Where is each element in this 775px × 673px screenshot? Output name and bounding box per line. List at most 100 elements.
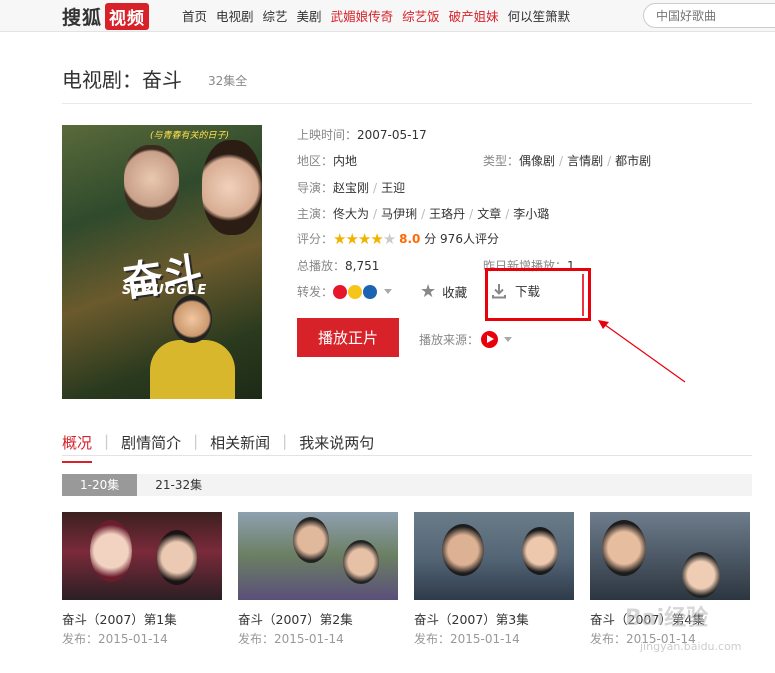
cast-link[interactable]: 马伊琍 xyxy=(381,207,417,221)
source-label: 播放来源： xyxy=(419,333,480,347)
genre-link[interactable]: 言情剧 xyxy=(567,154,603,168)
thumbnail-figure xyxy=(343,540,379,584)
plays-value: 8,751 xyxy=(345,259,380,273)
episode-thumbnail[interactable] xyxy=(590,512,750,600)
qzone-icon[interactable] xyxy=(348,285,363,299)
star-icon: ★ xyxy=(420,281,437,302)
director-link[interactable]: 赵宝刚 xyxy=(333,181,369,195)
search-input[interactable] xyxy=(656,4,775,27)
cast-link[interactable]: 文章 xyxy=(477,207,501,221)
sohu-source-icon[interactable] xyxy=(481,331,499,348)
watermark-text: Bai经验 xyxy=(625,606,709,631)
rating-count: 976人评分 xyxy=(440,232,499,246)
rating-label: 评分： xyxy=(297,232,334,246)
genre-link[interactable]: 都市剧 xyxy=(615,154,651,168)
nav-item-2-broke-girls[interactable]: 破产姐妹 xyxy=(449,6,499,25)
episode-thumbnail[interactable] xyxy=(414,512,574,600)
divider xyxy=(62,455,752,456)
nav-item-zongyifan[interactable]: 综艺饭 xyxy=(402,6,440,25)
episode-date: 发布：2015-01-14 xyxy=(238,632,344,646)
cast: 主演：佟大为 / 马伊琍 / 王珞丹 / 文章 / 李小璐 xyxy=(297,205,549,222)
detail-tabs: 概况 | 剧情简介 | 相关新闻 | 我来说两句 xyxy=(62,432,374,463)
sohu-video-logo[interactable]: 搜狐 视频 xyxy=(62,2,150,30)
episode-date: 发布：2015-01-14 xyxy=(62,632,168,646)
nav-item-variety[interactable]: 综艺 xyxy=(263,6,288,25)
poster-figure xyxy=(172,295,212,343)
poster-figure xyxy=(124,145,179,220)
chevron-down-icon[interactable] xyxy=(384,289,393,294)
favorite-label: 收藏 xyxy=(442,285,468,300)
genre-link[interactable]: 偶像剧 xyxy=(519,154,555,168)
rating-score: 8.0 xyxy=(399,232,421,246)
play-feature-button[interactable]: 播放正片 xyxy=(297,318,399,357)
episode-range-tab[interactable]: 21-32集 xyxy=(137,474,220,496)
favorite-button[interactable]: ★ 收藏 xyxy=(420,281,467,302)
annotation-highlight-bar xyxy=(582,274,584,316)
total-plays: 总播放：8,751 xyxy=(297,257,379,274)
divider xyxy=(62,103,752,104)
episode-card[interactable]: 奋斗（2007）第4集 发布：2015-01-14 xyxy=(590,512,750,646)
episode-thumbnail[interactable] xyxy=(62,512,222,600)
director: 导演：赵宝刚 / 王迎 xyxy=(297,179,405,196)
watermark-url: jingyan.baidu.com xyxy=(640,640,742,653)
cast-link[interactable]: 李小璐 xyxy=(513,207,549,221)
episode-count: 32集全 xyxy=(208,74,248,88)
thumbnail-figure xyxy=(442,524,484,576)
nav-item-wumeiniang[interactable]: 武媚娘传奇 xyxy=(331,6,394,25)
poster-image[interactable]: (与青春有关的日子) 奋斗 STRUGGLE xyxy=(62,125,262,399)
genre: 类型：偶像剧 / 言情剧 / 都市剧 xyxy=(483,152,651,169)
nav-item-heyi[interactable]: 何以笙箫默 xyxy=(508,6,571,25)
region: 地区：内地 xyxy=(297,152,357,169)
annotation-arrow xyxy=(598,320,686,383)
episode-card[interactable]: 奋斗（2007）第1集 发布：2015-01-14 xyxy=(62,512,222,646)
logo-text: 搜狐 xyxy=(62,6,103,29)
nav-item-home[interactable]: 首页 xyxy=(182,6,207,25)
nav-item-us-drama[interactable]: 美剧 xyxy=(297,6,322,25)
thumbnail-figure xyxy=(157,530,197,585)
episode-card[interactable]: 奋斗（2007）第2集 发布：2015-01-14 xyxy=(238,512,398,646)
episode-date: 发布：2015-01-14 xyxy=(414,632,520,646)
page-title: 电视剧：奋斗 xyxy=(62,68,182,92)
region-link[interactable]: 内地 xyxy=(333,154,357,168)
episode-title[interactable]: 奋斗（2007）第2集 xyxy=(238,609,353,628)
poster-figure xyxy=(202,140,262,235)
tab-news[interactable]: 相关新闻 xyxy=(210,432,270,463)
poster-subtitle: STRUGGLE xyxy=(122,283,208,298)
tab-comments[interactable]: 我来说两句 xyxy=(299,432,374,463)
cast-link[interactable]: 王珞丹 xyxy=(429,207,465,221)
release-date: 上映时间：2007-05-17 xyxy=(297,126,427,143)
renren-icon[interactable] xyxy=(363,285,378,299)
weibo-icon[interactable] xyxy=(333,285,348,299)
region-label: 地区： xyxy=(297,154,334,168)
release-label: 上映时间： xyxy=(297,128,358,142)
episode-title[interactable]: 奋斗（2007）第3集 xyxy=(414,609,529,628)
star-empty-icon: ★ xyxy=(382,230,396,248)
annotation-highlight-box xyxy=(485,268,591,321)
episode-range-tab[interactable]: 1-20集 xyxy=(62,474,138,496)
tab-overview[interactable]: 概况 xyxy=(62,432,93,463)
separator: | xyxy=(193,432,199,450)
cast-link[interactable]: 佟大为 xyxy=(333,207,369,221)
rating: 评分：★★★★★ 8.0 分 976人评分 xyxy=(297,230,499,248)
nav-item-tv[interactable]: 电视剧 xyxy=(216,6,254,25)
director-link[interactable]: 王迎 xyxy=(381,181,405,195)
thumbnail-figure xyxy=(522,527,558,575)
logo-badge: 视频 xyxy=(105,2,150,30)
release-value: 2007-05-17 xyxy=(357,128,427,142)
poster-figure xyxy=(150,340,235,399)
rating-unit: 分 xyxy=(424,232,437,246)
star-icon: ★ xyxy=(345,230,358,248)
episode-range-bar: 1-20集 21-32集 xyxy=(62,474,752,496)
search-box[interactable] xyxy=(643,3,775,28)
chevron-down-icon[interactable] xyxy=(504,337,513,342)
episode-thumbnail[interactable] xyxy=(238,512,398,600)
separator: / xyxy=(607,154,612,168)
tab-synopsis[interactable]: 剧情简介 xyxy=(121,432,181,463)
star-icon: ★ xyxy=(357,230,371,248)
cast-label: 主演： xyxy=(297,207,334,221)
top-bar: 搜狐 视频 首页 电视剧 综艺 美剧 武媚娘传奇 综艺饭 破产姐妹 何以笙箫默 xyxy=(0,0,775,32)
episode-card[interactable]: 奋斗（2007）第3集 发布：2015-01-14 xyxy=(414,512,574,646)
thumbnail-figure xyxy=(293,517,329,563)
separator: / xyxy=(373,207,378,221)
episode-title[interactable]: 奋斗（2007）第1集 xyxy=(62,609,177,628)
